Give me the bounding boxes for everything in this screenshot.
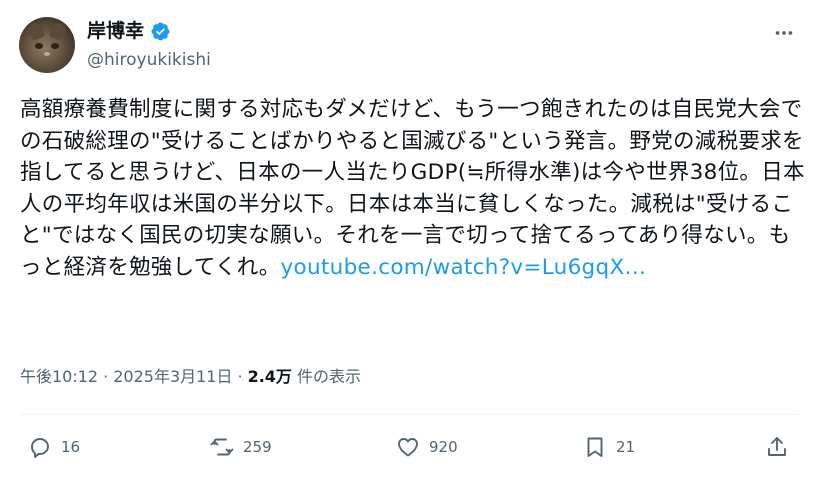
tweet-date[interactable]: 2025年3月11日 xyxy=(113,366,232,388)
author-handle[interactable]: @hiroyukikishi xyxy=(87,49,211,71)
author-name-row[interactable]: 岸博幸 xyxy=(87,19,171,43)
avatar-eye-left xyxy=(35,43,43,49)
more-icon xyxy=(775,31,793,35)
author-display-name[interactable]: 岸博幸 xyxy=(87,19,144,43)
action-bar: 16 259 920 21 xyxy=(0,431,817,463)
views-count: 2.4万 xyxy=(247,367,292,386)
bookmark-icon xyxy=(587,437,603,457)
retweet-icon xyxy=(210,438,234,456)
reply-button[interactable]: 16 xyxy=(28,431,80,463)
tweet-link[interactable]: youtube.com/watch?v=Lu6gqX… xyxy=(281,255,647,280)
share-icon xyxy=(768,437,786,456)
verified-badge-icon xyxy=(151,22,170,40)
bookmark-count: 21 xyxy=(616,438,636,456)
tweet-text: 高額療養費制度に関する対応もダメだけど、もう一つ飽きれたのは自民党大会での石破総… xyxy=(20,94,805,283)
reply-count: 16 xyxy=(61,438,81,456)
retweet-count: 259 xyxy=(243,438,272,456)
tweet-card: 岸博幸 @hiroyukikishi 高額療養費制度に関する対応もダメだけど、も… xyxy=(0,0,817,484)
avatar[interactable] xyxy=(19,17,75,73)
avatar-nose xyxy=(44,52,50,56)
like-button[interactable]: 920 xyxy=(396,431,458,463)
divider xyxy=(20,414,798,415)
bookmark-button[interactable]: 21 xyxy=(583,431,635,463)
heart-icon xyxy=(398,438,418,457)
like-count: 920 xyxy=(429,438,458,456)
more-options-button[interactable] xyxy=(769,18,799,48)
avatar-ear-right xyxy=(48,21,68,41)
avatar-ear-left xyxy=(26,21,46,41)
retweet-button[interactable]: 259 xyxy=(210,431,272,463)
avatar-eye-right xyxy=(51,43,59,49)
meta-separator: · xyxy=(103,367,109,386)
tweet-time[interactable]: 午後10:12 xyxy=(20,366,98,388)
reply-icon xyxy=(31,438,49,458)
views-label: 件の表示 xyxy=(296,367,361,386)
share-button[interactable] xyxy=(765,431,789,463)
tweet-body-text: 高額療養費制度に関する対応もダメだけど、もう一つ飽きれたのは自民党大会での石破総… xyxy=(20,97,805,280)
meta-separator-2: · xyxy=(237,367,243,386)
tweet-meta: 午後10:12 · 2025年3月11日 · 2.4万 件の表示 xyxy=(20,366,361,388)
